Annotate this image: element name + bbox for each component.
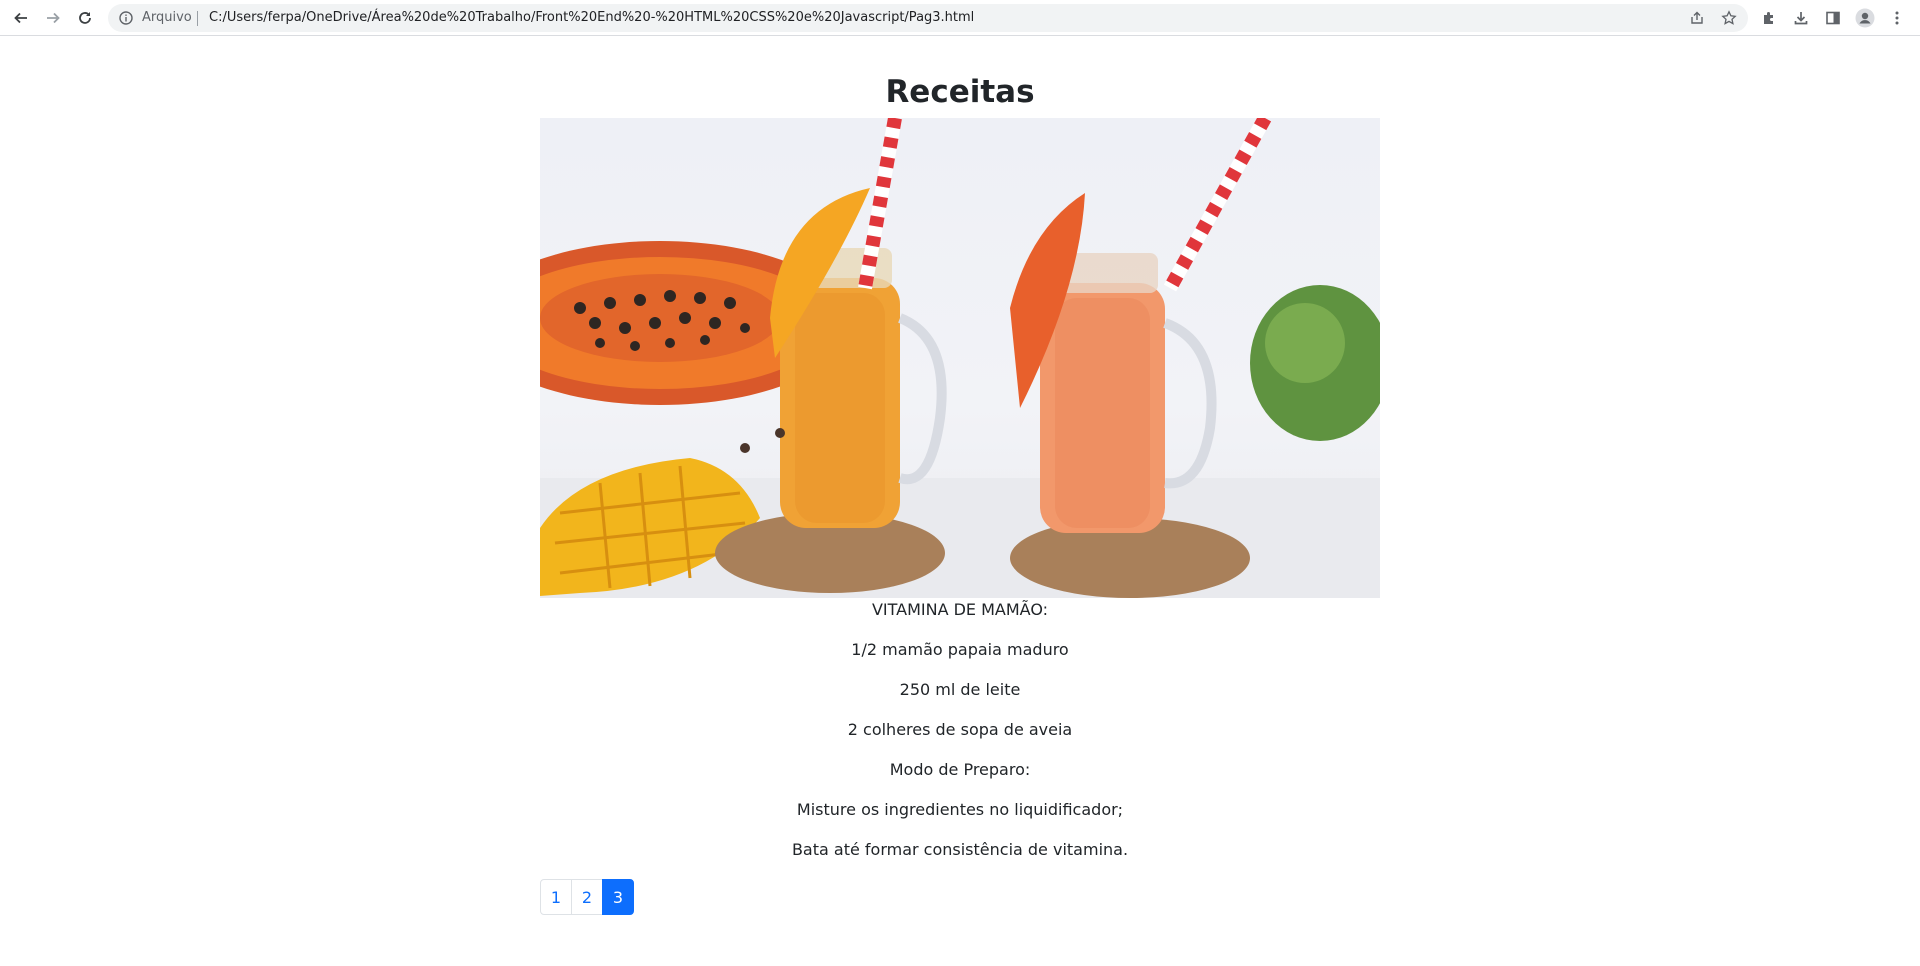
ingredient-3: 2 colheres de sopa de aveia bbox=[847, 720, 1073, 739]
profile-icon[interactable] bbox=[1855, 8, 1875, 28]
browser-toolbar: Arquivo C:/Users/ferpa/OneDrive/Área%20d… bbox=[0, 0, 1920, 36]
back-arrow-icon[interactable] bbox=[11, 8, 31, 28]
download-icon[interactable] bbox=[1791, 8, 1811, 28]
page-link-3[interactable]: 3 bbox=[602, 879, 634, 915]
step-2: Bata até formar consistência de vitamina… bbox=[791, 840, 1129, 859]
step-1: Misture os ingredientes no liquidificado… bbox=[796, 800, 1124, 819]
recipe-image bbox=[540, 118, 1380, 598]
share-icon[interactable] bbox=[1689, 10, 1705, 26]
side-panel-icon[interactable] bbox=[1823, 8, 1843, 28]
method-label: Modo de Preparo: bbox=[889, 760, 1031, 779]
recipe-name: VITAMINA DE MAMÃO: bbox=[871, 600, 1049, 619]
page-title: Receitas bbox=[885, 74, 1035, 110]
pagination: 1 2 3 bbox=[540, 879, 634, 915]
extensions-icon[interactable] bbox=[1759, 8, 1779, 28]
omnibox-divider bbox=[197, 11, 198, 26]
page-link-1[interactable]: 1 bbox=[540, 879, 572, 915]
url-text[interactable]: C:/Users/ferpa/OneDrive/Área%20de%20Trab… bbox=[209, 11, 974, 25]
address-bar[interactable]: Arquivo C:/Users/ferpa/OneDrive/Área%20d… bbox=[108, 4, 1748, 32]
ingredient-2: 250 ml de leite bbox=[899, 680, 1021, 699]
info-icon[interactable] bbox=[118, 10, 134, 26]
reload-icon[interactable] bbox=[75, 8, 95, 28]
recipe-text: VITAMINA DE MAMÃO: 1/2 mamão papaia madu… bbox=[0, 600, 1920, 860]
security-label: Arquivo bbox=[142, 10, 192, 25]
page-link-2[interactable]: 2 bbox=[571, 879, 603, 915]
forward-arrow-icon[interactable] bbox=[43, 8, 63, 28]
ingredient-1: 1/2 mamão papaia maduro bbox=[851, 640, 1069, 659]
star-icon[interactable] bbox=[1721, 10, 1737, 26]
menu-dots-icon[interactable] bbox=[1887, 8, 1907, 28]
